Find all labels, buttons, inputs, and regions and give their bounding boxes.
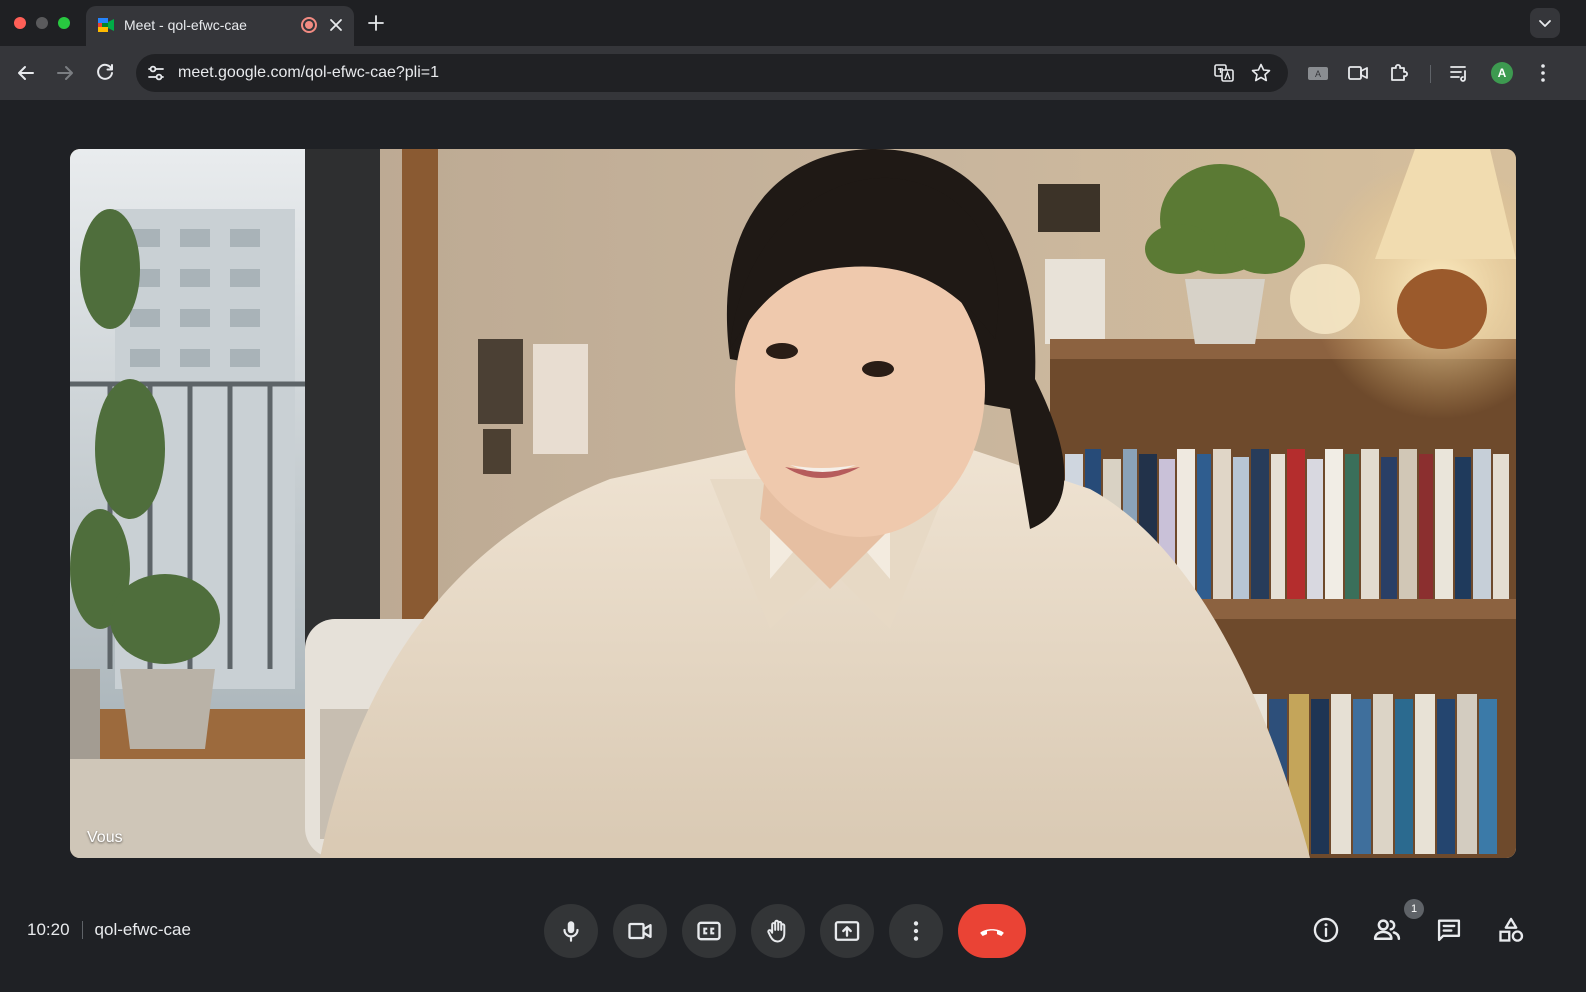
back-icon[interactable] bbox=[14, 61, 38, 85]
participant-video-feed bbox=[70, 149, 1516, 858]
meet-stage: Vous 10:20 qol-efwc-cae 1 bbox=[0, 100, 1586, 992]
forward-icon[interactable] bbox=[53, 61, 77, 85]
more-vert-icon bbox=[913, 921, 919, 941]
extension-a-icon[interactable]: A bbox=[1306, 61, 1330, 85]
call-end-icon bbox=[980, 929, 1004, 936]
microphone-button[interactable] bbox=[544, 904, 598, 958]
videocam-icon bbox=[628, 922, 652, 940]
meeting-time: 10:20 bbox=[27, 920, 70, 939]
address-bar[interactable]: meet.google.com/qol-efwc-cae?pli=1 bbox=[136, 54, 1288, 92]
meeting-info-divider bbox=[81, 921, 83, 939]
browser-menu-icon[interactable] bbox=[1531, 61, 1555, 85]
chevron-down-icon bbox=[1539, 20, 1551, 27]
window-zoom-button[interactable] bbox=[58, 17, 70, 29]
translate-icon[interactable] bbox=[1213, 62, 1235, 84]
people-button[interactable] bbox=[1372, 915, 1402, 945]
window-minimize-button[interactable] bbox=[36, 17, 48, 29]
browser-tab-active[interactable]: Meet - qol-efwc-cae bbox=[86, 6, 354, 46]
participant-count-badge: 1 bbox=[1404, 899, 1424, 919]
browser-toolbar: meet.google.com/qol-efwc-cae?pli=1 A A bbox=[0, 46, 1586, 100]
meeting-code[interactable]: qol-efwc-cae bbox=[95, 920, 191, 940]
mic-icon bbox=[563, 921, 579, 942]
camera-in-use-icon[interactable] bbox=[1346, 61, 1370, 85]
captions-button[interactable] bbox=[682, 904, 736, 958]
chat-icon bbox=[1437, 919, 1461, 942]
recording-icon bbox=[301, 17, 317, 33]
profile-avatar[interactable]: A bbox=[1491, 62, 1513, 84]
meeting-details-button[interactable] bbox=[1311, 915, 1341, 945]
raise-hand-button[interactable] bbox=[751, 904, 805, 958]
toolbar-divider bbox=[1430, 65, 1431, 83]
leave-call-button[interactable] bbox=[958, 904, 1026, 958]
browser-tabstrip: Meet - qol-efwc-cae bbox=[0, 0, 1586, 46]
people-icon bbox=[1373, 919, 1401, 940]
present-button[interactable] bbox=[820, 904, 874, 958]
svg-text:A: A bbox=[1315, 69, 1321, 79]
meeting-info: 10:20 qol-efwc-cae bbox=[27, 920, 191, 940]
chat-button[interactable] bbox=[1434, 915, 1464, 945]
camera-button[interactable] bbox=[613, 904, 667, 958]
reload-icon[interactable] bbox=[93, 61, 117, 85]
url-text: meet.google.com/qol-efwc-cae?pli=1 bbox=[178, 64, 440, 81]
tab-search-button[interactable] bbox=[1530, 8, 1560, 38]
site-settings-icon[interactable] bbox=[144, 61, 168, 85]
present-screen-icon bbox=[834, 921, 860, 941]
tab-close-icon[interactable] bbox=[326, 15, 346, 35]
extensions-puzzle-icon[interactable] bbox=[1387, 61, 1411, 85]
self-name-label: Vous bbox=[87, 829, 123, 846]
activities-button[interactable] bbox=[1496, 915, 1526, 945]
activities-icon bbox=[1499, 917, 1524, 942]
google-meet-icon bbox=[98, 18, 114, 32]
more-options-button[interactable] bbox=[889, 904, 943, 958]
bookmark-star-icon[interactable] bbox=[1250, 62, 1272, 84]
tab-title: Meet - qol-efwc-cae bbox=[124, 17, 247, 33]
self-video-tile[interactable]: Vous bbox=[70, 149, 1516, 858]
hand-icon bbox=[767, 919, 786, 943]
info-icon bbox=[1313, 917, 1339, 943]
closed-caption-icon bbox=[697, 921, 721, 941]
media-controls-icon[interactable] bbox=[1448, 61, 1472, 85]
window-close-button[interactable] bbox=[14, 17, 26, 29]
new-tab-icon[interactable] bbox=[366, 13, 386, 33]
